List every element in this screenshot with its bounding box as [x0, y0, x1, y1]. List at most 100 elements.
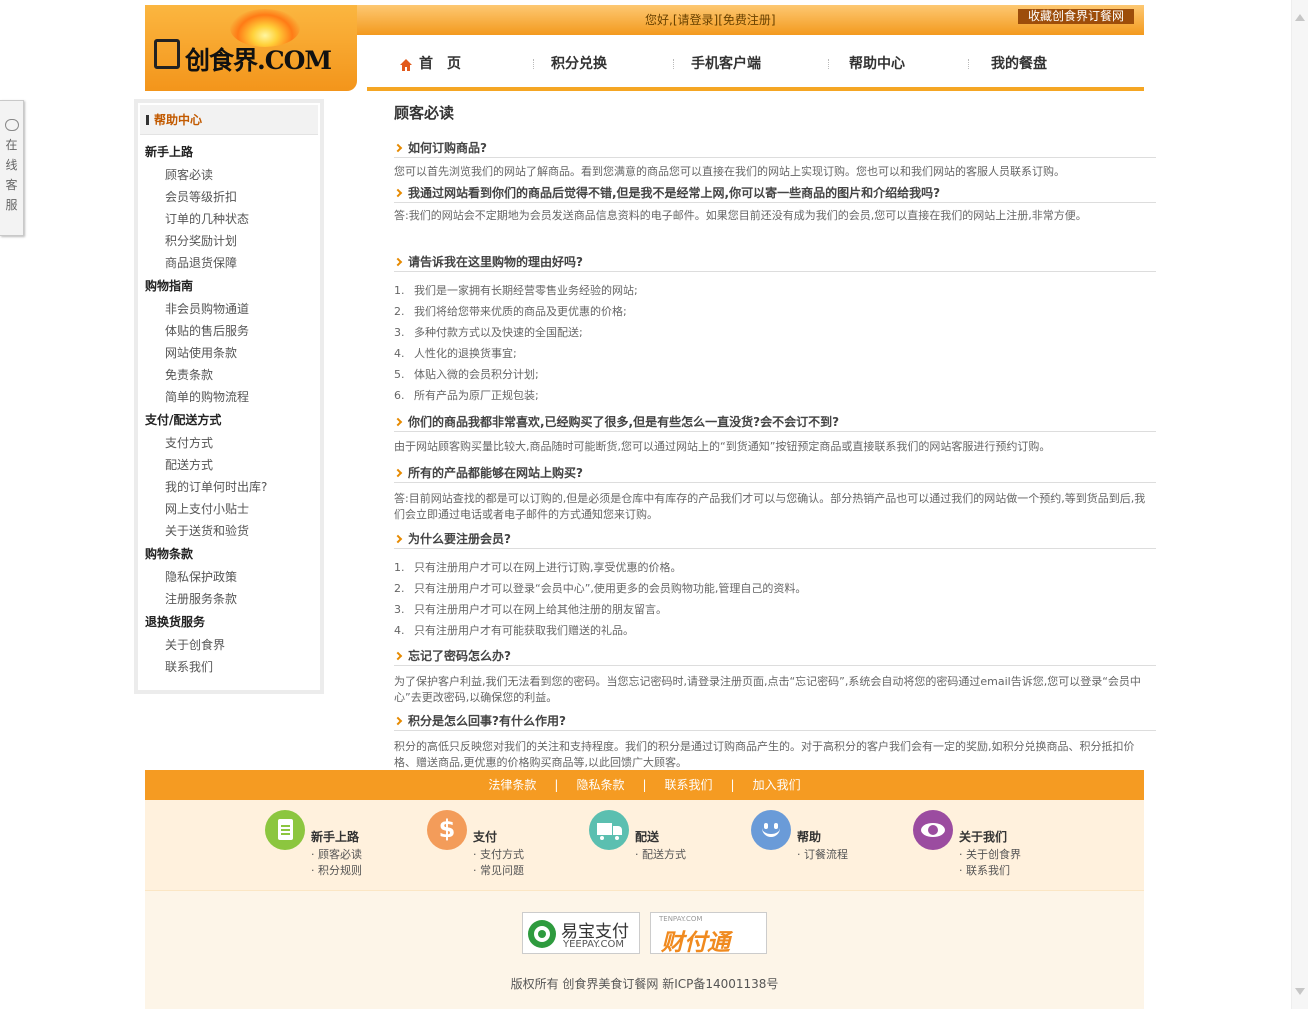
sidebar-item[interactable]: 网上支付小贴士 — [138, 498, 320, 520]
sidebar-title-label: 帮助中心 — [154, 113, 203, 127]
footer-link-privacy[interactable]: 隐私条款 — [576, 778, 624, 792]
nav-points-exchange[interactable]: 积分兑换 — [534, 54, 674, 74]
sidebar-item[interactable]: 免责条款 — [138, 364, 320, 386]
nav-mobile-client[interactable]: 手机客户端 — [674, 54, 829, 74]
main-nav: 首页 积分兑换 手机客户端 帮助中心 我的餐盘 — [367, 36, 1144, 91]
faq-question-text: 为什么要注册会员? — [408, 532, 511, 546]
sidebar-section-title: 购物条款 — [145, 547, 194, 561]
footer-link-join[interactable]: 加入我们 — [753, 778, 801, 792]
tenpay-logo[interactable]: TENPAY.COM 财付通 — [650, 912, 767, 956]
footer-column-link[interactable]: · 常见问题 — [473, 862, 524, 878]
dollar-icon: $ — [427, 810, 467, 850]
sidebar-item[interactable]: 关于创食界 — [138, 634, 320, 656]
scroll-up-arrow-icon[interactable] — [1295, 14, 1305, 21]
service-char: 服 — [5, 198, 18, 212]
sidebar-section-title: 购物指南 — [145, 279, 194, 293]
yeepay-logo[interactable]: 易宝支付 YEEPAY.COM — [522, 912, 640, 954]
sidebar-title: 帮助中心 — [140, 105, 318, 135]
service-char: 在 — [5, 138, 18, 152]
sidebar-item[interactable]: 简单的购物流程 — [138, 386, 320, 408]
faq-question: 我通过网站看到你们的商品后觉得不错,但是我不是经常上网,你可以寄一些商品的图片和… — [393, 182, 1156, 203]
footer-column-link[interactable]: · 支付方式 — [473, 846, 524, 862]
list-item-text: 体贴入微的会员积分计划; — [414, 368, 539, 381]
footer-column-link[interactable]: · 顾客必读 — [311, 846, 362, 862]
sidebar-item[interactable]: 隐私保护政策 — [138, 566, 320, 588]
nav-my-plate[interactable]: 我的餐盘 — [969, 54, 1109, 74]
nav-label: 积分兑换 — [551, 56, 607, 72]
logo[interactable]: 创食界.COM — [145, 5, 357, 91]
nav-label: 手机客户端 — [691, 56, 761, 72]
sidebar-item[interactable]: 联系我们 — [138, 656, 320, 678]
footer-link-legal[interactable]: 法律条款 — [488, 778, 536, 792]
login-link[interactable]: [请登录] — [673, 13, 718, 27]
chevron-right-icon — [393, 716, 403, 726]
truck-icon — [589, 810, 629, 850]
faq-answer: 答:目前网站查找的都是可以订购的,但是必须是仓库中有库存的产品我们才可以与您确认… — [394, 492, 1146, 521]
footer-bottom: 易宝支付 YEEPAY.COM TENPAY.COM 财付通 版权所有 创食界美… — [145, 890, 1144, 1009]
sidebar-item[interactable]: 网站使用条款 — [138, 342, 320, 364]
online-service-tab[interactable]: 在 线 客 服 — [0, 100, 24, 236]
logo-text: 创食界.COM — [185, 46, 332, 75]
footer-column-link[interactable]: · 配送方式 — [635, 846, 686, 862]
faq-question-text: 积分是怎么回事?有什么作用? — [408, 714, 566, 728]
list-item: 3. 只有注册用户才可以在网上给其他注册的朋友留言。 — [394, 603, 667, 616]
footer-column-title: 关于我们 — [959, 830, 1008, 844]
nav-home[interactable]: 首页 — [389, 54, 534, 74]
list-item: 3. 多种付款方式以及快速的全国配送; — [394, 326, 583, 339]
faq-answer: 为了保护客户利益,我们无法看到您的密码。当您忘记密码时,请登录注册页面,点击“忘… — [394, 675, 1141, 704]
list-item: 1. 只有注册用户才可以在网上进行订购,享受优惠的价格。 — [394, 561, 682, 574]
faq-question: 请告诉我在这里购物的理由好吗? — [393, 251, 1156, 272]
home-icon — [400, 59, 412, 71]
nav-help-center[interactable]: 帮助中心 — [829, 54, 969, 74]
vertical-scrollbar[interactable] — [1291, 0, 1308, 1009]
chevron-right-icon — [393, 143, 403, 153]
help-sidebar: 帮助中心 新手上路 顾客必读 会员等级折扣 订单的几种状态 积分奖励计划 商品退… — [134, 99, 324, 694]
list-item: 4. 人性化的退换货事宜; — [394, 347, 517, 360]
footer-links-bar: 法律条款 | 隐私条款 | 联系我们 | 加入我们 — [145, 770, 1144, 800]
sidebar-item[interactable]: 配送方式 — [138, 454, 320, 476]
main-content: 顾客必读 如何订购商品? 您可以首先浏览我们的网站了解商品。看到您满意的商品您可… — [393, 102, 1156, 773]
sidebar-item[interactable]: 我的订单何时出库? — [138, 476, 320, 498]
register-link[interactable]: [免费注册] — [718, 13, 775, 27]
sidebar-item[interactable]: 订单的几种状态 — [138, 208, 320, 230]
logo-mark-icon — [154, 39, 180, 69]
footer-info: 新手上路 · 顾客必读 · 积分规则 $ 支付 · 支付方式 · 常见问题 配送… — [145, 800, 1144, 890]
faq-question-text: 忘记了密码怎么办? — [408, 649, 511, 663]
footer-column-title: 配送 — [635, 830, 660, 844]
footer-column-title: 支付 — [473, 830, 498, 844]
footer-column-link[interactable]: · 联系我们 — [959, 862, 1010, 878]
list-item-text: 只有注册用户才可以登录“会员中心”,使用更多的会员购物功能,管理自己的资料。 — [414, 582, 807, 595]
sidebar-section-title: 新手上路 — [145, 145, 194, 159]
sidebar-item[interactable]: 注册服务条款 — [138, 588, 320, 610]
sidebar-item[interactable]: 会员等级折扣 — [138, 186, 320, 208]
sidebar-item[interactable]: 体贴的售后服务 — [138, 320, 320, 342]
sidebar-item[interactable]: 顾客必读 — [138, 164, 320, 186]
sidebar-item[interactable]: 关于送货和验货 — [138, 520, 320, 542]
copyright-text: 版权所有 创食界美食订餐网 新ICP备14001138号 — [510, 977, 779, 991]
sidebar-item[interactable]: 积分奖励计划 — [138, 230, 320, 252]
faq-question: 忘记了密码怎么办? — [393, 645, 1156, 666]
nav-label: 帮助中心 — [849, 56, 905, 72]
list-item: 5. 体贴入微的会员积分计划; — [394, 368, 539, 381]
footer-link-contact[interactable]: 联系我们 — [665, 778, 713, 792]
faq-question-text: 你们的商品我都非常喜欢,已经购买了很多,但是有些怎么一直没货?会不会订不到? — [408, 415, 840, 429]
favorite-site-button[interactable]: 收藏创食界订餐网 — [1017, 9, 1134, 24]
footer-column-title: 帮助 — [797, 830, 822, 844]
site-header: 您好,[请登录][免费注册] 收藏创食界订餐网 创食界.COM 首页 积分兑换 … — [145, 5, 1144, 91]
list-item: 2. 我们将给您带来优质的商品及更优惠的价格; — [394, 305, 627, 318]
tenpay-cn: 财付通 — [661, 930, 730, 956]
footer-column-link[interactable]: · 积分规则 — [311, 862, 362, 878]
sidebar-item[interactable]: 支付方式 — [138, 432, 320, 454]
faq-answer: 您可以首先浏览我们的网站了解商品。看到您满意的商品您可以直接在我们的网站上实现订… — [394, 165, 1065, 178]
yeepay-en: YEEPAY.COM — [563, 939, 624, 950]
footer-column-link[interactable]: · 关于创食界 — [959, 846, 1021, 862]
faq-answer: 由于网站顾客购买量比较大,商品随时可能断货,您可以通过网站上的“到货通知”按钮预… — [394, 440, 1051, 453]
sidebar-item[interactable]: 商品退货保障 — [138, 252, 320, 274]
yeepay-icon — [528, 920, 556, 948]
list-item-text: 人性化的退换货事宜; — [414, 347, 517, 360]
faq-question-text: 如何订购商品? — [408, 141, 487, 155]
chevron-right-icon — [393, 534, 403, 544]
sidebar-item[interactable]: 非会员购物通道 — [138, 298, 320, 320]
scroll-down-arrow-icon[interactable] — [1295, 988, 1305, 995]
footer-column-link[interactable]: · 订餐流程 — [797, 846, 848, 862]
